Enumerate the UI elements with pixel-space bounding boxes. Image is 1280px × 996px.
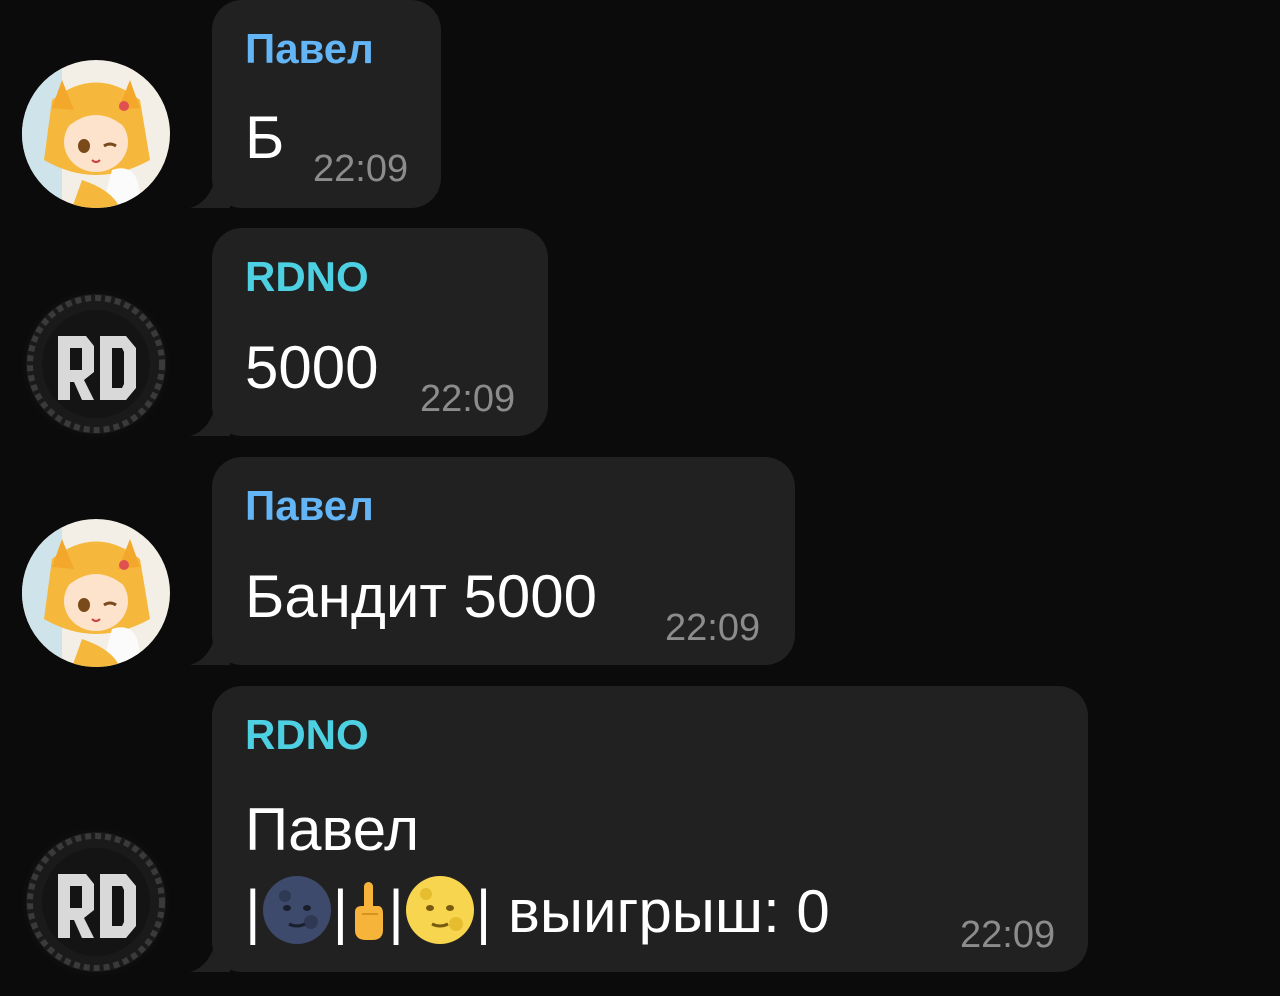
- message-row: Павел Бандит 5000 22:09: [0, 457, 1280, 667]
- rd-logo-avatar-icon: [22, 290, 170, 438]
- full-moon-face-emoji-icon: [405, 876, 474, 944]
- slot-result-line: | | | | выигрыш: 0: [245, 874, 830, 946]
- middle-finger-emoji-icon: [355, 882, 384, 940]
- rd-logo-avatar-icon: [22, 828, 170, 976]
- avatar-pavel[interactable]: [22, 60, 170, 208]
- message-text-line1: Павел: [245, 796, 420, 863]
- slot-separator: |: [332, 878, 349, 945]
- sender-name[interactable]: RDNO: [245, 714, 369, 756]
- message-row: RDNO Павел | | | | выигрыш: 0 22:09: [0, 686, 1280, 976]
- slot-separator: |: [245, 878, 261, 945]
- message-bubble[interactable]: RDNO Павел | | | | выигрыш: 0 22:09: [212, 686, 1088, 972]
- winnings-text: | выигрыш: 0: [475, 878, 830, 945]
- avatar-rdno[interactable]: [22, 828, 170, 976]
- message-bubble[interactable]: Павел Бандит 5000 22:09: [212, 457, 795, 665]
- message-time: 22:09: [960, 914, 1056, 956]
- avatar-pavel[interactable]: [22, 519, 170, 667]
- message-time: 22:09: [420, 378, 516, 420]
- message-text: Б: [245, 104, 285, 171]
- avatar-rdno[interactable]: [22, 290, 170, 438]
- anime-fox-girl-avatar-icon: [22, 60, 170, 208]
- message-row: RDNO 5000 22:09: [0, 228, 1280, 438]
- message-time: 22:09: [313, 148, 409, 190]
- message-text: Бандит 5000: [245, 563, 598, 630]
- sender-name[interactable]: RDNO: [245, 256, 369, 298]
- message-bubble[interactable]: Павел Б 22:09: [212, 0, 441, 208]
- message-row: Павел Б 22:09: [0, 0, 1280, 210]
- message-text: 5000: [245, 334, 379, 401]
- message-bubble[interactable]: RDNO 5000 22:09: [212, 228, 548, 436]
- chat-history: Павел Б 22:09 RDNO 5000 22:09 Павел Банд…: [0, 0, 1280, 996]
- new-moon-face-emoji-icon: [262, 876, 331, 944]
- message-time: 22:09: [665, 607, 761, 649]
- anime-fox-girl-avatar-icon: [22, 519, 170, 667]
- sender-name[interactable]: Павел: [245, 28, 374, 70]
- slot-separator: |: [388, 878, 404, 945]
- sender-name[interactable]: Павел: [245, 485, 374, 527]
